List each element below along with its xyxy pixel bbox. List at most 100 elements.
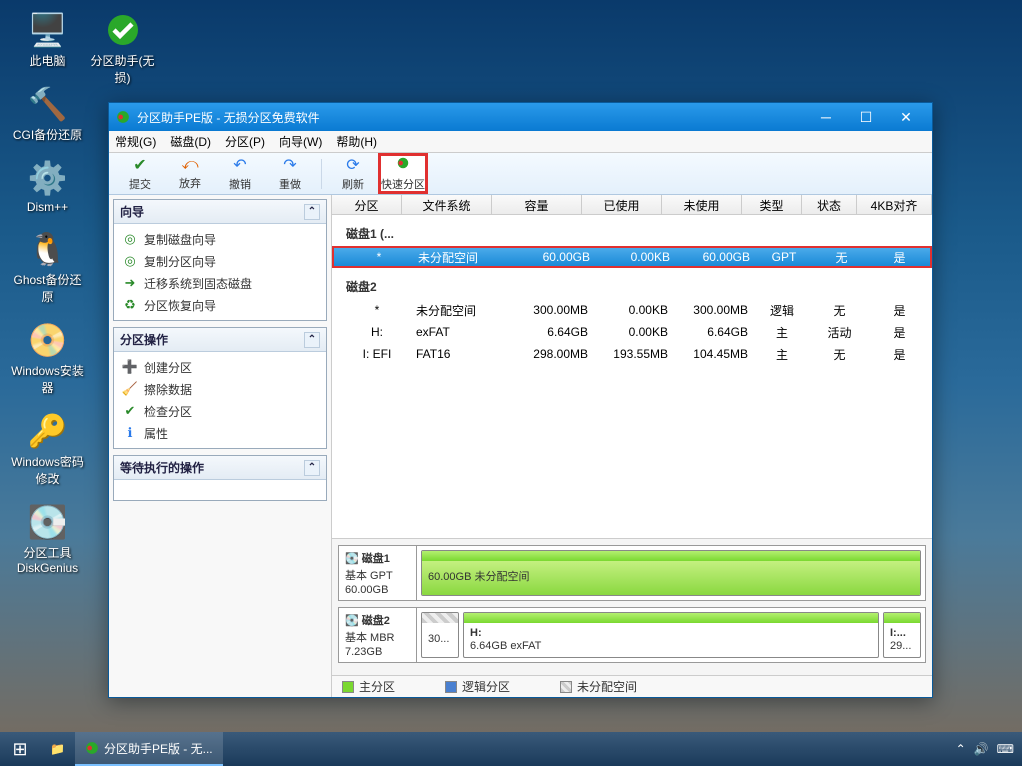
partition-copy-icon: ◎ [122, 253, 138, 269]
commit-button[interactable]: ✔提交 [115, 153, 165, 194]
create-partition[interactable]: ➕创建分区 [114, 356, 326, 378]
legend-primary-swatch [342, 681, 354, 693]
taskbar-app[interactable]: 分区助手PE版 - 无... [75, 732, 223, 766]
toolbar: ✔提交 ⤺放弃 ↶撤销 ↷重做 ⟳刷新 快速分区 [109, 153, 932, 195]
titlebar[interactable]: 分区助手PE版 - 无损分区免费软件 ─ ☐ ✕ [109, 103, 932, 131]
operations-panel: 分区操作 ⌃ ➕创建分区 🧹擦除数据 ✔检查分区 ℹ属性 [113, 327, 327, 449]
disk2-bar2[interactable]: I:...29... [883, 612, 921, 658]
col-free[interactable]: 未使用 [662, 195, 742, 214]
toolbar-separator [321, 159, 322, 189]
check-icon: ✔ [122, 403, 138, 419]
quick-partition-button[interactable]: 快速分区 [378, 153, 428, 194]
wizard-panel-title: 向导 [120, 203, 144, 220]
tray-up-icon[interactable]: ⌃ [956, 742, 966, 756]
col-status[interactable]: 状态 [802, 195, 857, 214]
right-panel: 分区 文件系统 容量 已使用 未使用 类型 状态 4KB对齐 磁盘1 (... … [332, 195, 932, 697]
col-filesystem[interactable]: 文件系统 [402, 195, 492, 214]
desktop-icon-winpass[interactable]: 🔑Windows密码修改 [10, 411, 85, 487]
disk1-visual[interactable]: 💽磁盘1基本 GPT60.00GB 60.00GB 未分配空间 [338, 545, 926, 601]
create-icon: ➕ [122, 359, 138, 375]
collapse-icon[interactable]: ⌃ [304, 460, 320, 476]
migrate-os-wizard[interactable]: ➜迁移系统到固态磁盘 [114, 272, 326, 294]
check-icon: ✔ [133, 155, 146, 175]
maximize-button[interactable]: ☐ [846, 107, 886, 127]
desktop-icon-wininstall[interactable]: 📀Windows安装器 [10, 320, 85, 396]
desktop-icon-diskgenius[interactable]: 💽分区工具DiskGenius [10, 502, 85, 575]
disk-copy-icon: ◎ [122, 231, 138, 247]
quick-partition-icon [396, 156, 410, 175]
legend-free-swatch [560, 681, 572, 693]
menubar: 常规(G) 磁盘(D) 分区(P) 向导(W) 帮助(H) [109, 131, 932, 153]
col-used[interactable]: 已使用 [582, 195, 662, 214]
migrate-icon: ➜ [122, 275, 138, 291]
col-type[interactable]: 类型 [742, 195, 802, 214]
disk-icon: 💽 [345, 614, 359, 627]
col-4k-align[interactable]: 4KB对齐 [857, 195, 932, 214]
start-button[interactable]: ⊞ [0, 732, 40, 766]
desktop-icon-ghost[interactable]: 🐧Ghost备份还原 [10, 229, 85, 305]
disk2-row2[interactable]: I: EFIFAT16298.00MB193.55MB104.45MB主无是 [332, 343, 932, 365]
partition-recovery-wizard[interactable]: ♻分区恢复向导 [114, 294, 326, 316]
menu-disk[interactable]: 磁盘(D) [170, 133, 211, 150]
refresh-icon: ⟳ [346, 155, 359, 175]
keyboard-icon[interactable]: ⌨ [997, 742, 1014, 756]
disk2-row0[interactable]: *未分配空间300.00MB0.00KB300.00MB逻辑无是 [332, 299, 932, 321]
check-partition[interactable]: ✔检查分区 [114, 400, 326, 422]
volume-icon[interactable]: 🔊 [974, 742, 989, 756]
discard-button[interactable]: ⤺放弃 [165, 153, 215, 194]
desktop-icon-dism[interactable]: ⚙️Dism++ [10, 158, 85, 214]
pending-panel: 等待执行的操作 ⌃ [113, 455, 327, 501]
desktop-icons-col1: 🖥️此电脑 🔨CGI备份还原 ⚙️Dism++ 🐧Ghost备份还原 📀Wind… [10, 10, 85, 575]
taskbar: ⊞ 📁 分区助手PE版 - 无... ⌃ 🔊 ⌨ [0, 732, 1022, 766]
properties[interactable]: ℹ属性 [114, 422, 326, 444]
disk-icon: 💽 [345, 552, 359, 565]
disk1-group[interactable]: 磁盘1 (... [332, 215, 932, 246]
operations-panel-title: 分区操作 [120, 331, 168, 348]
disk2-visual[interactable]: 💽磁盘2基本 MBR7.23GB 30... H:6.64GB exFAT I:… [338, 607, 926, 663]
disk2-group[interactable]: 磁盘2 [332, 268, 932, 299]
undo-icon: ↶ [233, 155, 246, 175]
wizard-panel: 向导 ⌃ ◎复制磁盘向导 ◎复制分区向导 ➜迁移系统到固态磁盘 ♻分区恢复向导 [113, 199, 327, 321]
desktop-icons-col2: 分区助手(无损) [85, 10, 160, 86]
menu-partition[interactable]: 分区(P) [225, 133, 265, 150]
discard-icon: ⤺ [181, 156, 198, 174]
redo-button[interactable]: ↷重做 [265, 153, 315, 194]
disk2-bar1[interactable]: H:6.64GB exFAT [463, 612, 879, 658]
disk-visual: 💽磁盘1基本 GPT60.00GB 60.00GB 未分配空间 💽磁盘2基本 M… [332, 538, 932, 675]
redo-icon: ↷ [283, 155, 296, 175]
properties-icon: ℹ [122, 425, 138, 441]
wipe-data[interactable]: 🧹擦除数据 [114, 378, 326, 400]
collapse-icon[interactable]: ⌃ [304, 332, 320, 348]
window-title: 分区助手PE版 - 无损分区免费软件 [137, 109, 320, 126]
close-button[interactable]: ✕ [886, 107, 926, 127]
menu-help[interactable]: 帮助(H) [336, 133, 377, 150]
col-partition[interactable]: 分区 [332, 195, 402, 214]
grid-header: 分区 文件系统 容量 已使用 未使用 类型 状态 4KB对齐 [332, 195, 932, 215]
copy-disk-wizard[interactable]: ◎复制磁盘向导 [114, 228, 326, 250]
minimize-button[interactable]: ─ [806, 107, 846, 127]
menu-wizard[interactable]: 向导(W) [279, 133, 322, 150]
desktop-icon-partition-assistant[interactable]: 分区助手(无损) [85, 10, 160, 86]
copy-partition-wizard[interactable]: ◎复制分区向导 [114, 250, 326, 272]
pending-panel-title: 等待执行的操作 [120, 459, 204, 476]
legend-logical-swatch [445, 681, 457, 693]
refresh-button[interactable]: ⟳刷新 [328, 153, 378, 194]
system-tray[interactable]: ⌃ 🔊 ⌨ [948, 742, 1022, 756]
taskbar-explorer[interactable]: 📁 [40, 732, 75, 766]
disk1-unallocated-bar[interactable]: 60.00GB 未分配空间 [421, 550, 921, 596]
disk2-bar0[interactable]: 30... [421, 612, 459, 658]
desktop-icon-pc[interactable]: 🖥️此电脑 [10, 10, 85, 69]
menu-general[interactable]: 常规(G) [115, 133, 156, 150]
left-panel: 向导 ⌃ ◎复制磁盘向导 ◎复制分区向导 ➜迁移系统到固态磁盘 ♻分区恢复向导 分… [109, 195, 332, 697]
disk1-row0[interactable]: *未分配空间60.00GB0.00KB60.00GBGPT无是 [332, 246, 932, 268]
recovery-icon: ♻ [122, 297, 138, 313]
disk2-row1[interactable]: H:exFAT6.64GB0.00KB6.64GB主活动是 [332, 321, 932, 343]
undo-button[interactable]: ↶撤销 [215, 153, 265, 194]
partition-assistant-window: 分区助手PE版 - 无损分区免费软件 ─ ☐ ✕ 常规(G) 磁盘(D) 分区(… [108, 102, 933, 698]
legend: 主分区 逻辑分区 未分配空间 [332, 675, 932, 697]
grid-body: 磁盘1 (... *未分配空间60.00GB0.00KB60.00GBGPT无是… [332, 215, 932, 538]
collapse-icon[interactable]: ⌃ [304, 204, 320, 220]
col-capacity[interactable]: 容量 [492, 195, 582, 214]
wipe-icon: 🧹 [122, 381, 138, 397]
desktop-icon-cgi[interactable]: 🔨CGI备份还原 [10, 84, 85, 143]
